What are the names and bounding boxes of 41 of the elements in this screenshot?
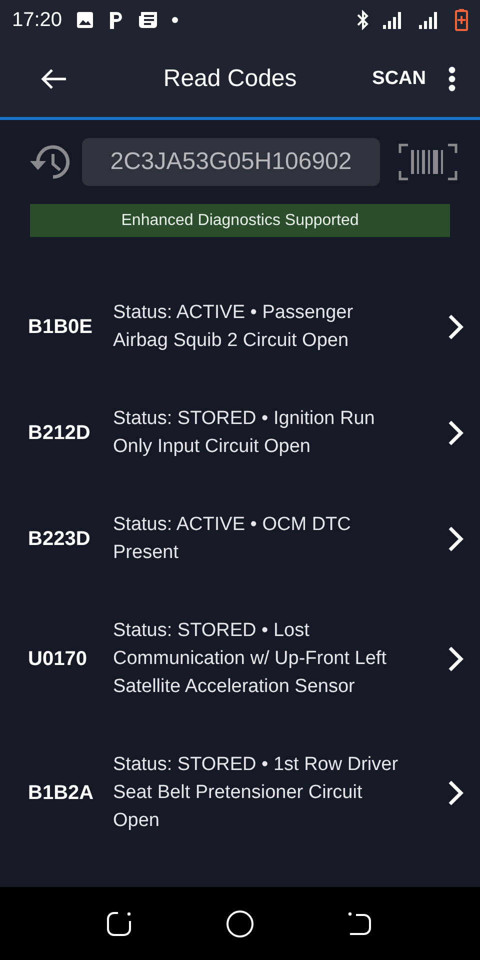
home-icon xyxy=(226,910,254,938)
status-banner: Enhanced Diagnostics Supported xyxy=(30,204,450,237)
barcode-icon xyxy=(398,143,458,181)
bluetooth-icon xyxy=(357,10,369,30)
chevron-right-icon xyxy=(446,779,466,807)
code-label: B1B2A xyxy=(28,782,95,804)
code-label: B223D xyxy=(28,528,92,550)
image-icon xyxy=(76,11,94,29)
clock: 17:20 xyxy=(12,8,62,32)
trouble-code-row[interactable]: U0170 Status: STORED • Lost Communication w/ Up-Front Left Satellite Acceleration Sensor xyxy=(0,592,480,726)
chevron-right-icon xyxy=(446,525,466,553)
code-description: Status: ACTIVE • Passenger Airbag Squib 2 Circuit Open xyxy=(113,301,354,353)
dot-icon xyxy=(172,17,178,23)
code-label: B212D xyxy=(28,422,92,444)
code-description: Status: ACTIVE • OCM DTC Present xyxy=(113,513,352,565)
battery-icon xyxy=(455,9,468,31)
code-description: Status: STORED • 1st Row Driver Seat Belt Pretensioner Circuit Open xyxy=(113,753,400,833)
back-nav-icon xyxy=(346,910,374,938)
code-label: B1B0E xyxy=(28,316,94,338)
trouble-code-row[interactable]: B1B2A Status: STORED • 1st Row Driver Seat Belt Pretensioner Circuit Open xyxy=(0,726,480,860)
vin-field[interactable]: 2C3JA53G05H106902 xyxy=(82,138,380,186)
chevron-right-icon xyxy=(446,645,466,673)
recents-button[interactable] xyxy=(106,910,134,938)
trouble-code-row[interactable]: B1B0E Status: ACTIVE • Passenger Airbag Squib 2 Circuit Open xyxy=(0,274,480,380)
recents-icon xyxy=(106,910,134,938)
parking-icon xyxy=(108,10,124,30)
news-icon xyxy=(138,11,158,29)
trouble-code-row[interactable]: B212D Status: STORED • Ignition Run Only Input Circuit Open xyxy=(0,380,480,486)
code-description: Status: STORED • Lost Communication w/ Up-Front Left Satellite Acceleration Sensor xyxy=(113,619,388,699)
back-arrow-icon xyxy=(40,68,68,90)
screen-title: Read Codes xyxy=(162,64,298,92)
more-icon xyxy=(448,66,456,92)
chevron-right-icon xyxy=(446,419,466,447)
code-description: Status: STORED • Ignition Run Only Input Circuit Open xyxy=(113,407,376,459)
home-button[interactable] xyxy=(226,910,254,938)
scan-button[interactable]: SCAN xyxy=(368,64,430,94)
trouble-code-row[interactable]: B223D Status: ACTIVE • OCM DTC Present xyxy=(0,486,480,592)
code-label: U0170 xyxy=(28,648,88,670)
barcode-scan-button[interactable] xyxy=(398,143,458,181)
back-nav-button[interactable] xyxy=(346,910,374,938)
chevron-right-icon xyxy=(446,313,466,341)
